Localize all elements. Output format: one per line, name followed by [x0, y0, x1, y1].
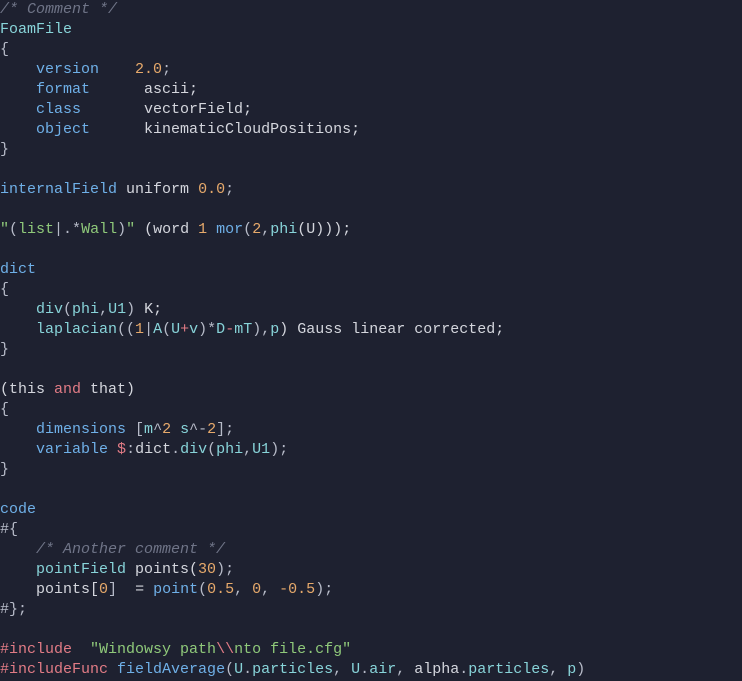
- comment-line: /* Another comment */: [36, 541, 225, 558]
- code-block: /* Comment */ FoamFile { version 2.0; fo…: [0, 0, 742, 680]
- keyword: FoamFile: [0, 21, 72, 38]
- comment-line: /* Comment */: [0, 1, 117, 18]
